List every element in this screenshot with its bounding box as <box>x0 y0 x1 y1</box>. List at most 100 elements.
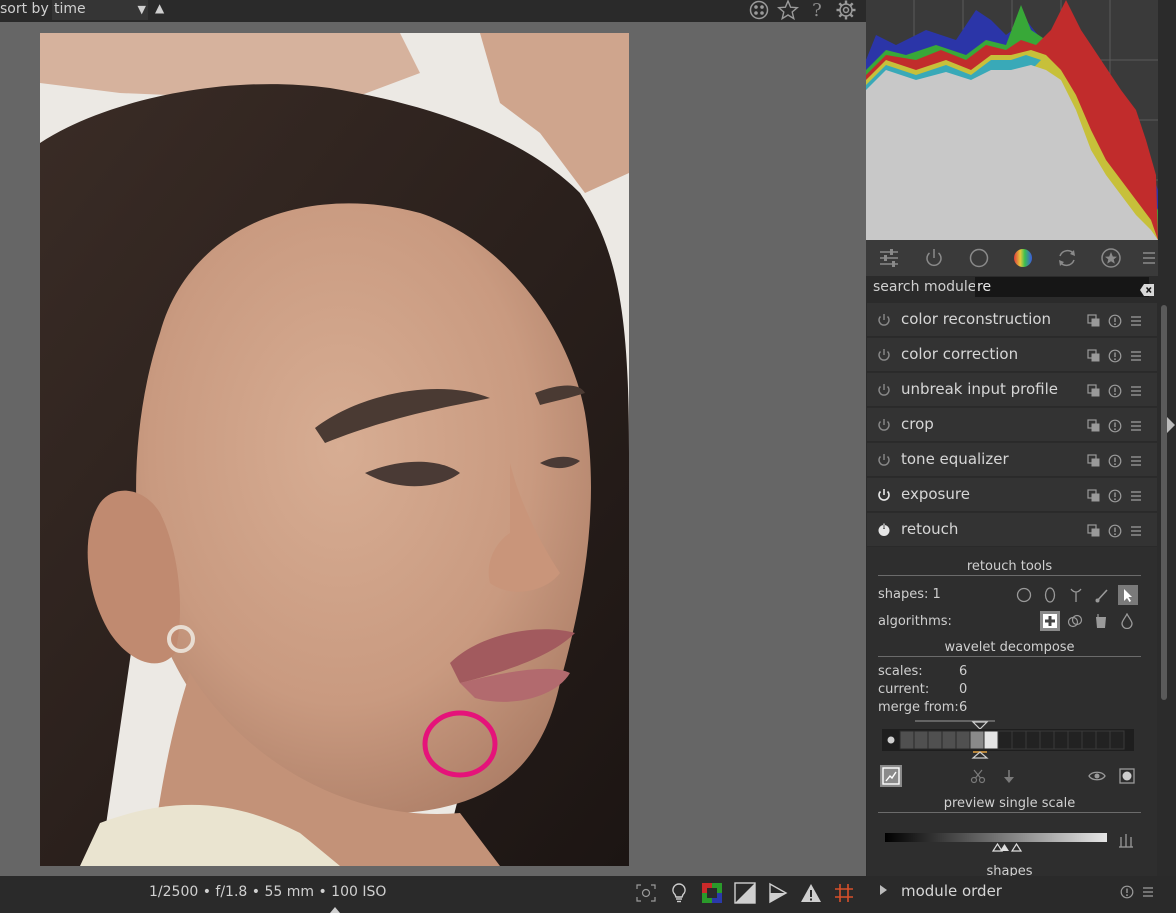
retouch-tools-title: retouch tools <box>878 559 1141 576</box>
presets-icon[interactable] <box>1129 523 1143 537</box>
collapse-right-panel-icon[interactable] <box>1166 416 1175 434</box>
multi-instance-icon[interactable] <box>1087 383 1101 397</box>
module-order-row[interactable]: module order <box>866 876 1176 906</box>
wavelet-decompose-title: wavelet decompose <box>878 640 1141 657</box>
preview-levels-slider[interactable] <box>885 831 1109 853</box>
power-icon[interactable] <box>876 487 892 503</box>
shapes-count-label: shapes: 1 <box>878 587 941 602</box>
eye-icon[interactable] <box>1088 767 1106 785</box>
quick-access-icon[interactable] <box>874 243 904 273</box>
presets-icon[interactable] <box>1141 884 1155 898</box>
sort-by-label: sort by <box>0 1 49 17</box>
presets-icon[interactable] <box>1129 418 1143 432</box>
reset-icon[interactable] <box>1108 313 1122 328</box>
power-icon[interactable] <box>876 452 892 468</box>
multi-instance-icon[interactable] <box>1087 453 1101 467</box>
sort-by-select[interactable]: time ▼ <box>52 0 148 20</box>
module-crop[interactable]: crop <box>867 408 1157 442</box>
presets-icon[interactable] <box>1129 453 1143 467</box>
base-group-icon[interactable] <box>964 243 994 273</box>
reset-icon[interactable] <box>1108 488 1122 503</box>
softproof-icon[interactable] <box>766 881 790 905</box>
module-name: color reconstruction <box>901 310 1052 328</box>
power-icon[interactable] <box>876 522 892 538</box>
module-color-reconstruction[interactable]: color reconstruction <box>867 303 1157 337</box>
sort-direction-toggle[interactable]: ▲ <box>155 1 164 15</box>
path-shape-icon[interactable] <box>1067 586 1085 604</box>
power-icon[interactable] <box>876 382 892 398</box>
guides-icon[interactable] <box>832 881 856 905</box>
star-icon[interactable] <box>777 0 799 21</box>
lightbulb-icon[interactable] <box>667 881 691 905</box>
effects-group-icon[interactable] <box>1096 243 1126 273</box>
module-group-tabs <box>866 240 1158 276</box>
gamut-check-icon[interactable] <box>799 881 823 905</box>
module-color-correction[interactable]: color correction <box>867 338 1157 372</box>
multi-instance-icon[interactable] <box>1087 348 1101 362</box>
multi-instance-icon[interactable] <box>1087 313 1101 327</box>
show-hide-shapes-icon[interactable] <box>1118 585 1138 605</box>
current-scale-value: 0 <box>959 682 968 697</box>
multi-instance-icon[interactable] <box>1087 488 1101 502</box>
module-retouch[interactable]: retouch <box>867 513 1157 547</box>
color-assessment-icon[interactable] <box>700 881 724 905</box>
module-tone-equalizer[interactable]: tone equalizer <box>867 443 1157 477</box>
power-icon[interactable] <box>876 347 892 363</box>
reset-icon[interactable] <box>1108 523 1122 538</box>
wavelet-scale-bar[interactable] <box>882 719 1134 759</box>
paste-down-arrow-icon[interactable] <box>1000 767 1018 785</box>
multi-instance-icon[interactable] <box>1087 418 1101 432</box>
reset-icon[interactable] <box>1108 348 1122 363</box>
ellipse-shape-icon[interactable] <box>1041 586 1059 604</box>
display-wavelet-scale-icon[interactable] <box>880 765 902 787</box>
histogram[interactable] <box>866 0 1158 240</box>
presets-icon[interactable] <box>1129 383 1143 397</box>
auto-levels-icon[interactable] <box>1117 831 1135 849</box>
retouch-module-body: retouch tools shapes: 1 algorithms: wave… <box>867 547 1157 876</box>
clear-search-icon[interactable] <box>1140 281 1154 296</box>
brush-shape-icon[interactable] <box>1093 586 1111 604</box>
reset-icon[interactable] <box>1108 453 1122 468</box>
cut-icon[interactable] <box>969 767 987 785</box>
presets-icon[interactable] <box>1129 488 1143 502</box>
power-icon[interactable] <box>876 417 892 433</box>
module-name: exposure <box>901 485 970 503</box>
scrollbar[interactable] <box>1161 305 1167 700</box>
scales-value: 6 <box>959 664 968 679</box>
correct-group-icon[interactable] <box>1052 243 1082 273</box>
merge-from-value: 6 <box>959 700 968 715</box>
grouping-icon[interactable] <box>748 0 770 21</box>
algorithms-label: algorithms: <box>878 614 952 629</box>
presets-icon[interactable] <box>1129 313 1143 327</box>
gear-icon[interactable] <box>835 0 857 21</box>
color-group-icon[interactable] <box>1008 243 1038 273</box>
reset-icon[interactable] <box>1120 884 1134 899</box>
clipping-indicator-icon[interactable] <box>733 881 757 905</box>
fill-algorithm-icon[interactable] <box>1092 612 1110 630</box>
circle-shape-icon[interactable] <box>1015 586 1033 604</box>
reset-icon[interactable] <box>1108 383 1122 398</box>
module-name: retouch <box>901 520 959 538</box>
mask-display-icon[interactable] <box>1118 767 1136 785</box>
expand-bottom-panel-icon[interactable] <box>330 907 340 913</box>
power-icon[interactable] <box>876 312 892 328</box>
search-module-input[interactable] <box>975 277 1149 297</box>
preview-single-scale-title: preview single scale <box>878 796 1141 813</box>
module-exposure[interactable]: exposure <box>867 478 1157 512</box>
center-image[interactable] <box>40 33 629 866</box>
module-name: crop <box>901 415 934 433</box>
active-modules-icon[interactable] <box>919 243 949 273</box>
clone-algorithm-icon[interactable] <box>1066 612 1084 630</box>
help-icon[interactable]: ? <box>806 0 828 21</box>
focus-peaking-icon[interactable] <box>634 881 658 905</box>
presets-icon[interactable] <box>1129 348 1143 362</box>
heal-algorithm-icon[interactable] <box>1040 611 1060 631</box>
shapes-section-title: shapes <box>878 864 1141 876</box>
reset-icon[interactable] <box>1108 418 1122 433</box>
sort-by-value: time <box>54 1 86 17</box>
module-name: unbreak input profile <box>901 380 1058 398</box>
blur-algorithm-icon[interactable] <box>1118 612 1136 630</box>
module-unbreak-input-profile[interactable]: unbreak input profile <box>867 373 1157 407</box>
multi-instance-icon[interactable] <box>1087 523 1101 537</box>
module-name: color correction <box>901 345 1019 363</box>
